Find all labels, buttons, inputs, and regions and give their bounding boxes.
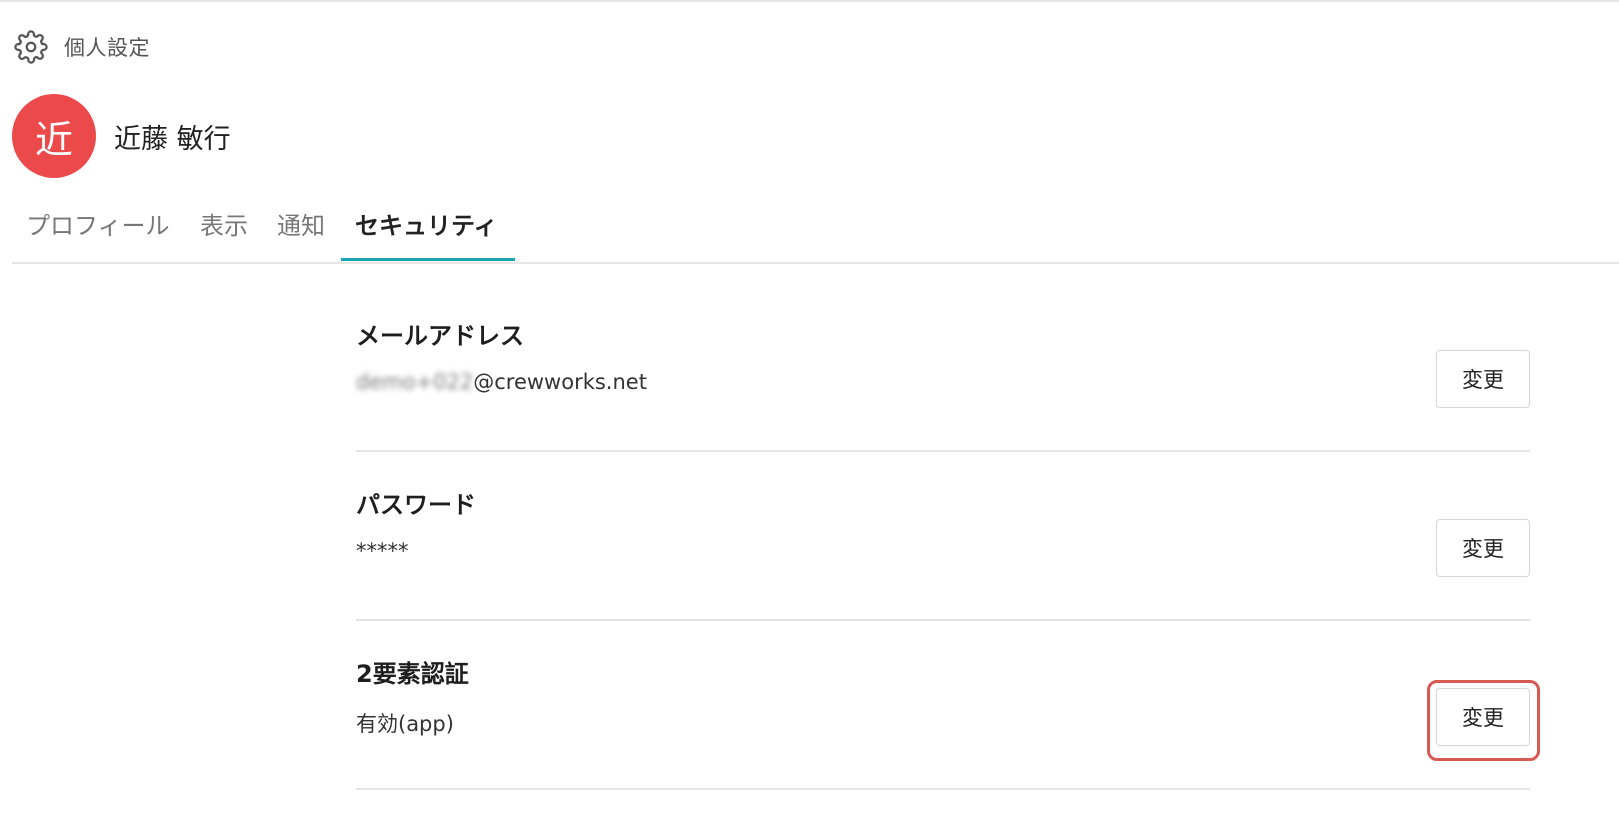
email-label: メールアドレス — [356, 322, 524, 350]
gear-icon — [14, 30, 48, 64]
email-blurred-part: demo+022 — [356, 370, 474, 394]
change-password-button[interactable]: 変更 — [1436, 519, 1530, 577]
password-value: ***** — [356, 539, 409, 563]
change-email-button[interactable]: 変更 — [1436, 350, 1530, 408]
tab-notifications[interactable]: 通知 — [277, 204, 325, 260]
change-two-factor-button[interactable]: 変更 — [1436, 688, 1530, 746]
settings-tabs: プロフィール 表示 通知 セキュリティ — [12, 204, 1619, 264]
tab-security[interactable]: セキュリティ — [355, 204, 498, 260]
active-tab-indicator — [341, 258, 515, 261]
tab-display[interactable]: 表示 — [200, 204, 248, 260]
two-factor-section: 2要素認証 有効(app) 変更 — [356, 654, 1530, 790]
top-divider — [0, 0, 1619, 2]
email-section: メールアドレス demo+022@crewworks.net 変更 — [356, 316, 1530, 452]
avatar: 近 — [12, 94, 96, 178]
password-section: パスワード ***** 変更 — [356, 485, 1530, 621]
page-header: 個人設定 — [14, 30, 150, 64]
two-factor-label: 2要素認証 — [356, 660, 469, 688]
two-factor-value: 有効(app) — [356, 712, 454, 736]
tab-profile[interactable]: プロフィール — [26, 204, 170, 260]
password-label: パスワード — [356, 491, 476, 519]
page-title: 個人設定 — [64, 36, 150, 60]
user-name: 近藤 敏行 — [114, 123, 231, 155]
email-domain: @crewworks.net — [473, 370, 647, 394]
user-summary: 近 近藤 敏行 — [12, 94, 231, 178]
email-value: demo+022@crewworks.net — [356, 370, 647, 394]
